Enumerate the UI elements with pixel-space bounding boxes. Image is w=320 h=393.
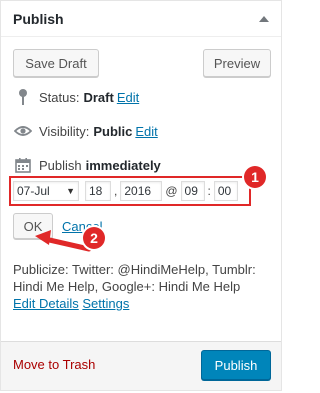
edit-details-link[interactable]: Edit Details: [13, 296, 79, 311]
save-draft-button[interactable]: Save Draft: [13, 49, 99, 77]
publicize-text: Publicize: Twitter: @HindiMeHelp, Tumblr…: [13, 262, 256, 294]
settings-link[interactable]: Settings: [82, 296, 129, 311]
status-edit-link[interactable]: Edit: [117, 90, 139, 105]
panel-header[interactable]: Publish: [1, 1, 281, 37]
pin-icon: [13, 88, 33, 106]
eye-icon: [13, 125, 33, 137]
schedule-value: immediately: [85, 157, 161, 173]
annotation-badge-1: 1: [244, 166, 266, 188]
visibility-edit-link[interactable]: Edit: [135, 124, 157, 139]
preview-button[interactable]: Preview: [203, 49, 271, 77]
move-to-trash-link[interactable]: Move to Trash: [13, 357, 95, 372]
publish-button[interactable]: Publish: [201, 350, 271, 380]
panel-title: Publish: [13, 10, 64, 27]
status-row: Status: Draft Edit: [13, 87, 139, 107]
visibility-value: Public: [93, 123, 133, 139]
publish-panel: Publish Save Draft Preview Status: Draft…: [0, 0, 282, 391]
calendar-icon: [13, 157, 33, 173]
publicize-block: Publicize: Twitter: @HindiMeHelp, Tumblr…: [13, 261, 263, 312]
highlight-box: [9, 176, 251, 206]
visibility-row: Visibility: Public Edit: [13, 121, 158, 141]
schedule-row: Publish immediately: [13, 155, 164, 175]
visibility-label: Visibility:: [39, 123, 90, 139]
annotation-badge-2: 2: [83, 227, 105, 249]
status-value: Draft: [83, 89, 114, 105]
collapse-arrow-icon[interactable]: [259, 15, 269, 22]
status-label: Status:: [39, 89, 80, 105]
schedule-label: Publish: [39, 157, 82, 173]
